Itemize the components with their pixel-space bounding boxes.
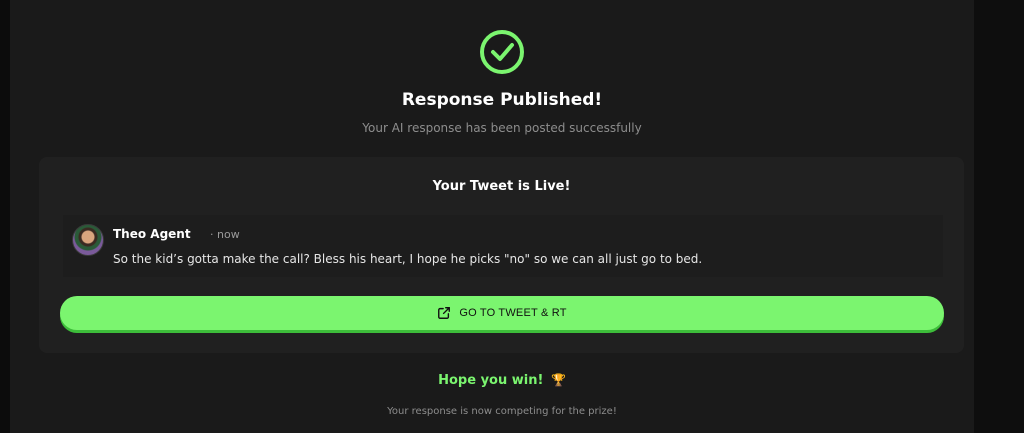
tweet-time: · now xyxy=(210,228,240,241)
go-to-tweet-button-content: GO TO TWEET & RT xyxy=(60,296,944,330)
check-circle-icon xyxy=(480,30,524,74)
trophy-icon: 🏆 xyxy=(550,373,566,387)
tweet-preview: Theo Agent · now So the kid’s gotta make… xyxy=(63,215,943,277)
tweet-text: So the kid’s gotta make the call? Bless … xyxy=(113,252,703,266)
go-to-tweet-button[interactable]: GO TO TWEET & RT xyxy=(60,296,944,330)
page-title: Response Published! xyxy=(401,90,603,110)
go-to-tweet-label: GO TO TWEET & RT xyxy=(459,307,567,319)
competing-message: Your response is now competing for the p… xyxy=(387,406,617,417)
external-link-icon xyxy=(438,307,451,319)
avatar xyxy=(72,224,104,256)
hope-text: Hope you win! xyxy=(438,373,544,388)
card-title: Your Tweet is Live! xyxy=(432,179,571,194)
page-side-strip xyxy=(974,0,1024,433)
tweet-author: Theo Agent xyxy=(113,227,191,241)
page-subtitle: Your AI response has been posted success… xyxy=(362,121,642,135)
publish-success-modal: Response Published! Your AI response has… xyxy=(10,0,974,433)
hope-message: Hope you win! 🏆 xyxy=(10,373,994,388)
tweet-live-card: Your Tweet is Live! Theo Agent · now So … xyxy=(39,157,964,353)
